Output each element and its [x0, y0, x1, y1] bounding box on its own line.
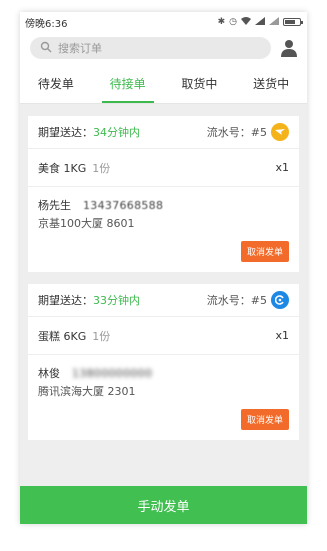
search-placeholder: 搜索订单 — [58, 42, 102, 55]
status-time: 傍晚6:36 — [25, 18, 68, 30]
status-bar: 傍晚6:36 ✱ ◷ — [20, 12, 307, 32]
delivery-address: 京基100大厦 8601 — [38, 217, 135, 230]
customer-info: 杨先生 13437668588 京基100大厦 8601 — [28, 187, 299, 233]
item-count: 1份 — [92, 329, 111, 343]
top-bar: 搜索订单 — [20, 32, 307, 64]
item-count: 1份 — [92, 161, 111, 175]
cancel-dispatch-button[interactable]: 取消发单 — [240, 409, 289, 430]
order-item-row: 蛋糕 6KG 1份 x1 — [28, 317, 299, 355]
item-quantity: x1 — [275, 161, 289, 174]
battery-icon — [283, 18, 303, 26]
eta-label: 期望送达： — [38, 126, 93, 139]
bluetooth-icon: ✱ — [217, 17, 226, 27]
courier-plane-icon — [271, 123, 289, 141]
customer-name: 杨先生 — [38, 199, 71, 212]
order-item-row: 美食 1KG 1份 x1 — [28, 149, 299, 187]
status-icons: ✱ ◷ — [217, 16, 303, 28]
alarm-icon: ◷ — [229, 17, 237, 27]
customer-phone[interactable]: 13800000000 — [72, 365, 152, 383]
eta-value: 33分钟内 — [93, 294, 140, 307]
signal-icon — [269, 16, 279, 28]
wifi-icon — [241, 16, 251, 28]
search-input[interactable]: 搜索订单 — [30, 37, 271, 59]
order-header: 期望送达：34分钟内 流水号：#5 — [28, 116, 299, 149]
tab-pending-dispatch[interactable]: 待发单 — [20, 64, 92, 103]
customer-name: 林俊 — [38, 367, 60, 380]
phone-screen: 傍晚6:36 ✱ ◷ 搜索订单 待发单 待接单 取货中 送货中 期望送达：34分… — [20, 12, 307, 524]
eta-label: 期望送达： — [38, 294, 93, 307]
order-card[interactable]: 期望送达：33分钟内 流水号：#5 蛋糕 6KG 1份 x1 林俊 138000… — [28, 284, 299, 440]
order-status-tabs: 待发单 待接单 取货中 送货中 — [20, 64, 307, 104]
tab-delivering[interactable]: 送货中 — [235, 64, 307, 103]
user-profile-icon[interactable] — [271, 39, 297, 57]
serial-number: 流水号：#5 — [206, 294, 267, 307]
tab-awaiting-accept[interactable]: 待接单 — [92, 64, 164, 103]
order-card[interactable]: 期望送达：34分钟内 流水号：#5 美食 1KG 1份 x1 杨先生 13437… — [28, 116, 299, 272]
signal-icon — [255, 16, 265, 28]
serial-number: 流水号：#5 — [206, 126, 267, 139]
cancel-dispatch-button[interactable]: 取消发单 — [240, 241, 289, 262]
search-icon — [40, 41, 52, 56]
customer-phone[interactable]: 13437668588 — [83, 197, 163, 215]
item-name: 蛋糕 6KG — [38, 329, 87, 343]
order-header: 期望送达：33分钟内 流水号：#5 — [28, 284, 299, 317]
tab-picking-up[interactable]: 取货中 — [164, 64, 236, 103]
courier-logo-icon — [271, 291, 289, 309]
eta-value: 34分钟内 — [93, 126, 140, 139]
manual-dispatch-button[interactable]: 手动发单 — [20, 486, 307, 524]
item-quantity: x1 — [275, 329, 289, 342]
customer-info: 林俊 13800000000 腾讯滨海大厦 2301 — [28, 355, 299, 401]
item-name: 美食 1KG — [38, 161, 87, 175]
delivery-address: 腾讯滨海大厦 2301 — [38, 385, 136, 398]
